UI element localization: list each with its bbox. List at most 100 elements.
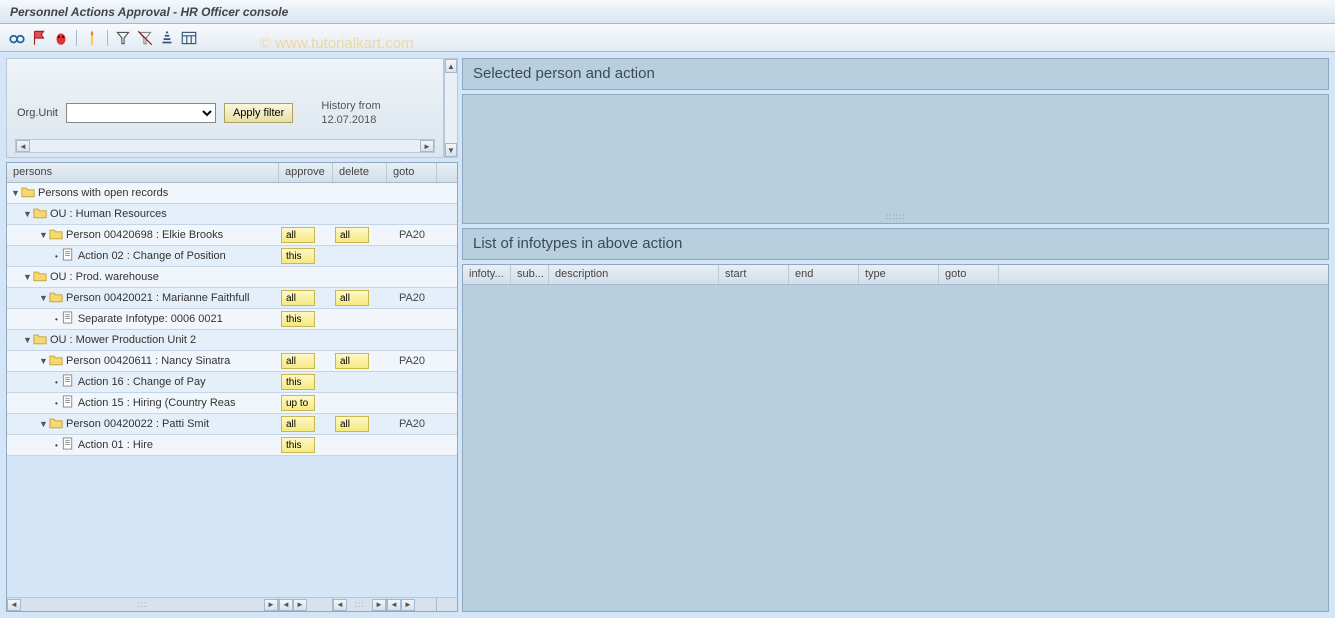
col-description[interactable]: description xyxy=(549,265,719,284)
org-unit-label: Org.Unit xyxy=(17,107,58,119)
approve-all-button[interactable]: all xyxy=(281,227,315,243)
approve-this-button[interactable]: this xyxy=(281,311,315,327)
col-infoty[interactable]: infoty... xyxy=(463,265,511,284)
tree-row-root[interactable]: ▼Persons with open records xyxy=(7,183,457,204)
scroll-left-icon[interactable]: ◄ xyxy=(279,599,293,611)
approve-all-button[interactable]: all xyxy=(281,290,315,306)
expand-icon[interactable]: ▼ xyxy=(39,293,49,303)
tree-row-action[interactable]: •Action 01 : Hire this xyxy=(7,435,457,456)
scroll-left-icon[interactable]: ◄ xyxy=(333,599,347,611)
folder-open-icon xyxy=(33,269,50,285)
bullet-icon: • xyxy=(55,441,58,450)
horizontal-scrollbar[interactable]: ◄ ► xyxy=(15,139,435,153)
delete-all-button[interactable]: all xyxy=(335,290,369,306)
col-persons[interactable]: persons xyxy=(7,163,279,182)
infotypes-panel: infoty... sub... description start end t… xyxy=(462,264,1329,612)
approve-upto-button[interactable]: up to xyxy=(281,395,315,411)
glasses-icon[interactable] xyxy=(8,29,26,47)
sort-asc-icon[interactable] xyxy=(158,29,176,47)
tree-row-ou[interactable]: ▼OU : Mower Production Unit 2 xyxy=(7,330,457,351)
ladybug-icon[interactable] xyxy=(52,29,70,47)
scroll-left-icon[interactable]: ◄ xyxy=(16,140,30,152)
scroll-left-icon[interactable]: ◄ xyxy=(387,599,401,611)
approve-this-button[interactable]: this xyxy=(281,437,315,453)
selected-person-header: Selected person and action xyxy=(462,58,1329,90)
tree-row-action[interactable]: •Action 16 : Change of Pay this xyxy=(7,372,457,393)
persons-tree: persons approve delete goto ▼Persons wit… xyxy=(6,162,458,612)
tree-body: ▼Persons with open records ▼OU : Human R… xyxy=(7,183,457,597)
bullet-icon: • xyxy=(55,315,58,324)
folder-open-icon xyxy=(21,185,38,201)
expand-icon[interactable]: ▼ xyxy=(23,209,33,219)
approve-this-button[interactable]: this xyxy=(281,248,315,264)
selected-person-panel: :::::: xyxy=(462,94,1329,224)
expand-icon[interactable]: ▼ xyxy=(23,335,33,345)
document-icon xyxy=(61,395,78,411)
infotypes-header: List of infotypes in above action xyxy=(462,228,1329,260)
folder-open-icon xyxy=(49,290,66,306)
tree-row-person[interactable]: ▼Person 00420698 : Elkie Brooks all all … xyxy=(7,225,457,246)
col-goto2[interactable]: goto xyxy=(939,265,999,284)
toolbar xyxy=(0,24,1335,52)
delete-all-button[interactable]: all xyxy=(335,227,369,243)
tree-row-ou[interactable]: ▼OU : Human Resources xyxy=(7,204,457,225)
tree-row-action[interactable]: •Action 02 : Change of Position this xyxy=(7,246,457,267)
goto-link[interactable]: PA20 xyxy=(399,229,425,241)
bullet-icon: • xyxy=(55,399,58,408)
history-label: History from 12.07.2018 xyxy=(321,99,380,128)
scroll-right-icon[interactable]: ► xyxy=(420,140,434,152)
goto-link[interactable]: PA20 xyxy=(399,418,425,430)
col-delete[interactable]: delete xyxy=(333,163,387,182)
layout-icon[interactable] xyxy=(180,29,198,47)
bullet-icon: • xyxy=(55,252,58,261)
title-bar: Personnel Actions Approval - HR Officer … xyxy=(0,0,1335,24)
scroll-right-icon[interactable]: ► xyxy=(372,599,386,611)
delete-all-button[interactable]: all xyxy=(335,353,369,369)
org-unit-select[interactable] xyxy=(66,103,216,123)
tree-horizontal-scrollbar[interactable]: ◄:::► ◄► ◄:::► ◄► xyxy=(7,597,457,611)
col-approve[interactable]: approve xyxy=(279,163,333,182)
tree-row-action[interactable]: •Action 15 : Hiring (Country Reas up to xyxy=(7,393,457,414)
approve-this-button[interactable]: this xyxy=(281,374,315,390)
resize-grip[interactable]: :::::: xyxy=(886,212,905,221)
filter-clear-icon[interactable] xyxy=(136,29,154,47)
tree-row-person[interactable]: ▼Person 00420022 : Patti Smit all all PA… xyxy=(7,414,457,435)
col-end[interactable]: end xyxy=(789,265,859,284)
goto-link[interactable]: PA20 xyxy=(399,355,425,367)
expand-icon[interactable]: ▼ xyxy=(11,188,21,198)
approve-all-button[interactable]: all xyxy=(281,416,315,432)
tree-row-person[interactable]: ▼Person 00420611 : Nancy Sinatra all all… xyxy=(7,351,457,372)
approve-all-button[interactable]: all xyxy=(281,353,315,369)
scroll-left-icon[interactable]: ◄ xyxy=(7,599,21,611)
delete-all-button[interactable]: all xyxy=(335,416,369,432)
tree-row-ou[interactable]: ▼OU : Prod. warehouse xyxy=(7,267,457,288)
expand-icon[interactable]: ▼ xyxy=(39,230,49,240)
scroll-right-icon[interactable]: ► xyxy=(401,599,415,611)
tree-row-person[interactable]: ▼Person 00420021 : Marianne Faithfull al… xyxy=(7,288,457,309)
scroll-down-icon[interactable]: ▼ xyxy=(445,143,457,157)
candle-icon[interactable] xyxy=(83,29,101,47)
scroll-right-icon[interactable]: ► xyxy=(293,599,307,611)
tree-row-action[interactable]: •Separate Infotype: 0006 0021 this xyxy=(7,309,457,330)
col-sub[interactable]: sub... xyxy=(511,265,549,284)
folder-open-icon xyxy=(33,206,50,222)
flag-icon[interactable] xyxy=(30,29,48,47)
infotypes-columns: infoty... sub... description start end t… xyxy=(463,265,1328,285)
filter-box: Org.Unit Apply filter History from 12.07… xyxy=(6,58,444,158)
folder-open-icon xyxy=(33,332,50,348)
col-type[interactable]: type xyxy=(859,265,939,284)
scroll-right-icon[interactable]: ► xyxy=(264,599,278,611)
expand-icon[interactable]: ▼ xyxy=(39,356,49,366)
col-goto[interactable]: goto xyxy=(387,163,437,182)
apply-filter-button[interactable]: Apply filter xyxy=(224,103,293,123)
col-start[interactable]: start xyxy=(719,265,789,284)
folder-open-icon xyxy=(49,416,66,432)
expand-icon[interactable]: ▼ xyxy=(39,419,49,429)
document-icon xyxy=(61,311,78,327)
goto-link[interactable]: PA20 xyxy=(399,292,425,304)
document-icon xyxy=(61,248,78,264)
filter-icon[interactable] xyxy=(114,29,132,47)
expand-icon[interactable]: ▼ xyxy=(23,272,33,282)
bullet-icon: • xyxy=(55,378,58,387)
scroll-up-icon[interactable]: ▲ xyxy=(445,59,457,73)
